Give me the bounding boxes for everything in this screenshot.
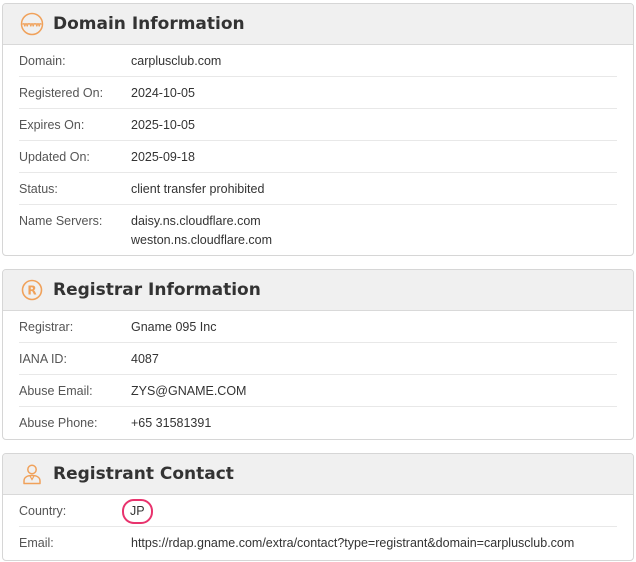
- registered-on-value: 2024-10-05: [131, 86, 195, 100]
- registrar-label: Registrar:: [19, 320, 74, 334]
- email-label: Email:: [19, 536, 54, 550]
- registrar-value: Gname 095 Inc: [131, 320, 217, 334]
- name-server-item: weston.ns.cloudflare.com: [131, 233, 273, 247]
- country-value-wrapper: JP: [122, 493, 153, 524]
- updated-on-value: 2025-09-18: [131, 150, 195, 164]
- country-value-highlighted: JP: [122, 499, 153, 524]
- expires-on-label: Expires On:: [19, 118, 85, 132]
- expires-on-value: 2025-10-05: [131, 118, 195, 132]
- abuse-phone-value: +65 31581391: [131, 416, 212, 430]
- domain-row: Domain: carplusclub.com: [19, 45, 617, 77]
- abuse-phone-label: Abuse Phone:: [19, 416, 98, 430]
- registrar-information-header: R Registrar Information: [3, 270, 633, 311]
- status-value: client transfer prohibited: [131, 182, 265, 196]
- domain-information-panel: www Domain Information Domain: carpluscl…: [2, 3, 634, 256]
- name-servers-list: daisy.ns.cloudflare.com weston.ns.cloudf…: [131, 205, 273, 255]
- abuse-email-value: ZYS@GNAME.COM: [131, 384, 247, 398]
- updated-on-row: Updated On: 2025-09-18: [19, 141, 617, 173]
- name-servers-label: Name Servers:: [19, 214, 103, 228]
- name-servers-row: Name Servers: daisy.ns.cloudflare.com we…: [19, 205, 617, 255]
- registrant-contact-panel: Registrant Contact Country: JP Email: ht…: [2, 453, 634, 561]
- name-server-item: daisy.ns.cloudflare.com: [131, 214, 261, 228]
- iana-id-row: IANA ID: 4087: [19, 343, 617, 375]
- registered-on-label: Registered On:: [19, 86, 104, 100]
- www-globe-icon: www: [19, 11, 45, 37]
- domain-value: carplusclub.com: [131, 54, 222, 68]
- email-value: https://rdap.gname.com/extra/contact?typ…: [131, 536, 575, 550]
- status-label: Status:: [19, 182, 58, 196]
- expires-on-row: Expires On: 2025-10-05: [19, 109, 617, 141]
- domain-information-title: Domain Information: [53, 14, 245, 34]
- registrar-row: Registrar: Gname 095 Inc: [19, 311, 617, 343]
- status-row: Status: client transfer prohibited: [19, 173, 617, 205]
- iana-id-label: IANA ID:: [19, 352, 67, 366]
- domain-information-header: www Domain Information: [3, 4, 633, 45]
- svg-text:www: www: [23, 21, 41, 29]
- abuse-phone-row: Abuse Phone: +65 31581391: [19, 407, 617, 439]
- country-label: Country:: [19, 504, 67, 518]
- svg-text:R: R: [27, 283, 36, 297]
- registrar-information-title: Registrar Information: [53, 280, 261, 300]
- abuse-email-row: Abuse Email: ZYS@GNAME.COM: [19, 375, 617, 407]
- country-row: Country: JP: [19, 495, 617, 527]
- registered-on-row: Registered On: 2024-10-05: [19, 77, 617, 109]
- iana-id-value: 4087: [131, 352, 159, 366]
- abuse-email-label: Abuse Email:: [19, 384, 93, 398]
- domain-label: Domain:: [19, 54, 66, 68]
- updated-on-label: Updated On:: [19, 150, 90, 164]
- person-contact-icon: [19, 461, 45, 487]
- registrant-contact-header: Registrant Contact: [3, 454, 633, 495]
- registered-trademark-icon: R: [19, 277, 45, 303]
- email-row: Email: https://rdap.gname.com/extra/cont…: [19, 527, 617, 559]
- registrant-contact-title: Registrant Contact: [53, 464, 234, 484]
- registrar-information-panel: R Registrar Information Registrar: Gname…: [2, 269, 634, 440]
